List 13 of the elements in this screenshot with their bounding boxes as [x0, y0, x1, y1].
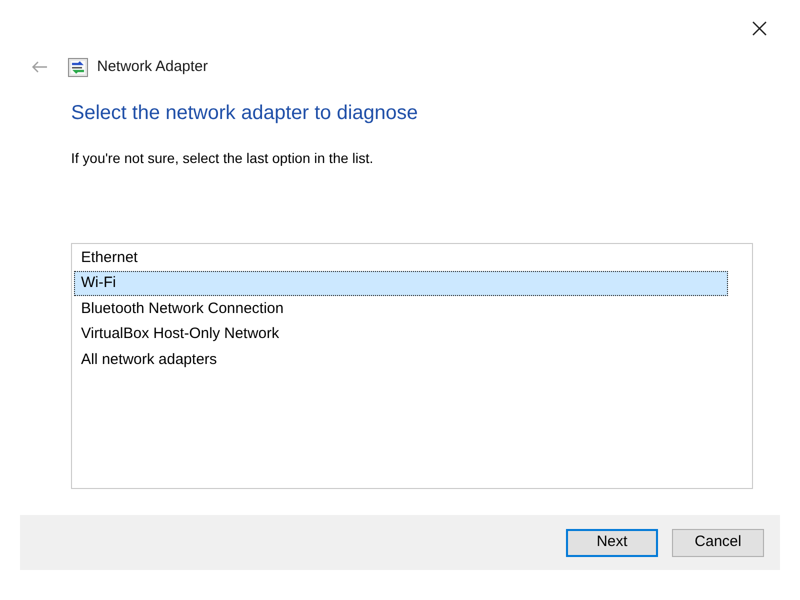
network-adapter-icon	[68, 58, 88, 76]
page-heading: Select the network adapter to diagnose	[71, 101, 418, 126]
back-arrow-icon	[30, 61, 48, 73]
list-item[interactable]: VirtualBox Host-Only Network	[74, 322, 728, 347]
window-title: Network Adapter	[97, 56, 208, 77]
dialog-button[interactable]: Cancel	[672, 528, 764, 556]
list-item[interactable]: All network adapters	[74, 347, 728, 372]
close-icon	[752, 20, 766, 36]
instruction-text: If you're not sure, select the last option in the list.	[71, 149, 374, 168]
list-item[interactable]: Ethernet	[74, 245, 728, 270]
dialog-button[interactable]: Next	[566, 528, 658, 556]
list-item[interactable]: Wi-Fi	[74, 270, 728, 296]
list-item[interactable]: Bluetooth Network Connection	[74, 296, 728, 322]
